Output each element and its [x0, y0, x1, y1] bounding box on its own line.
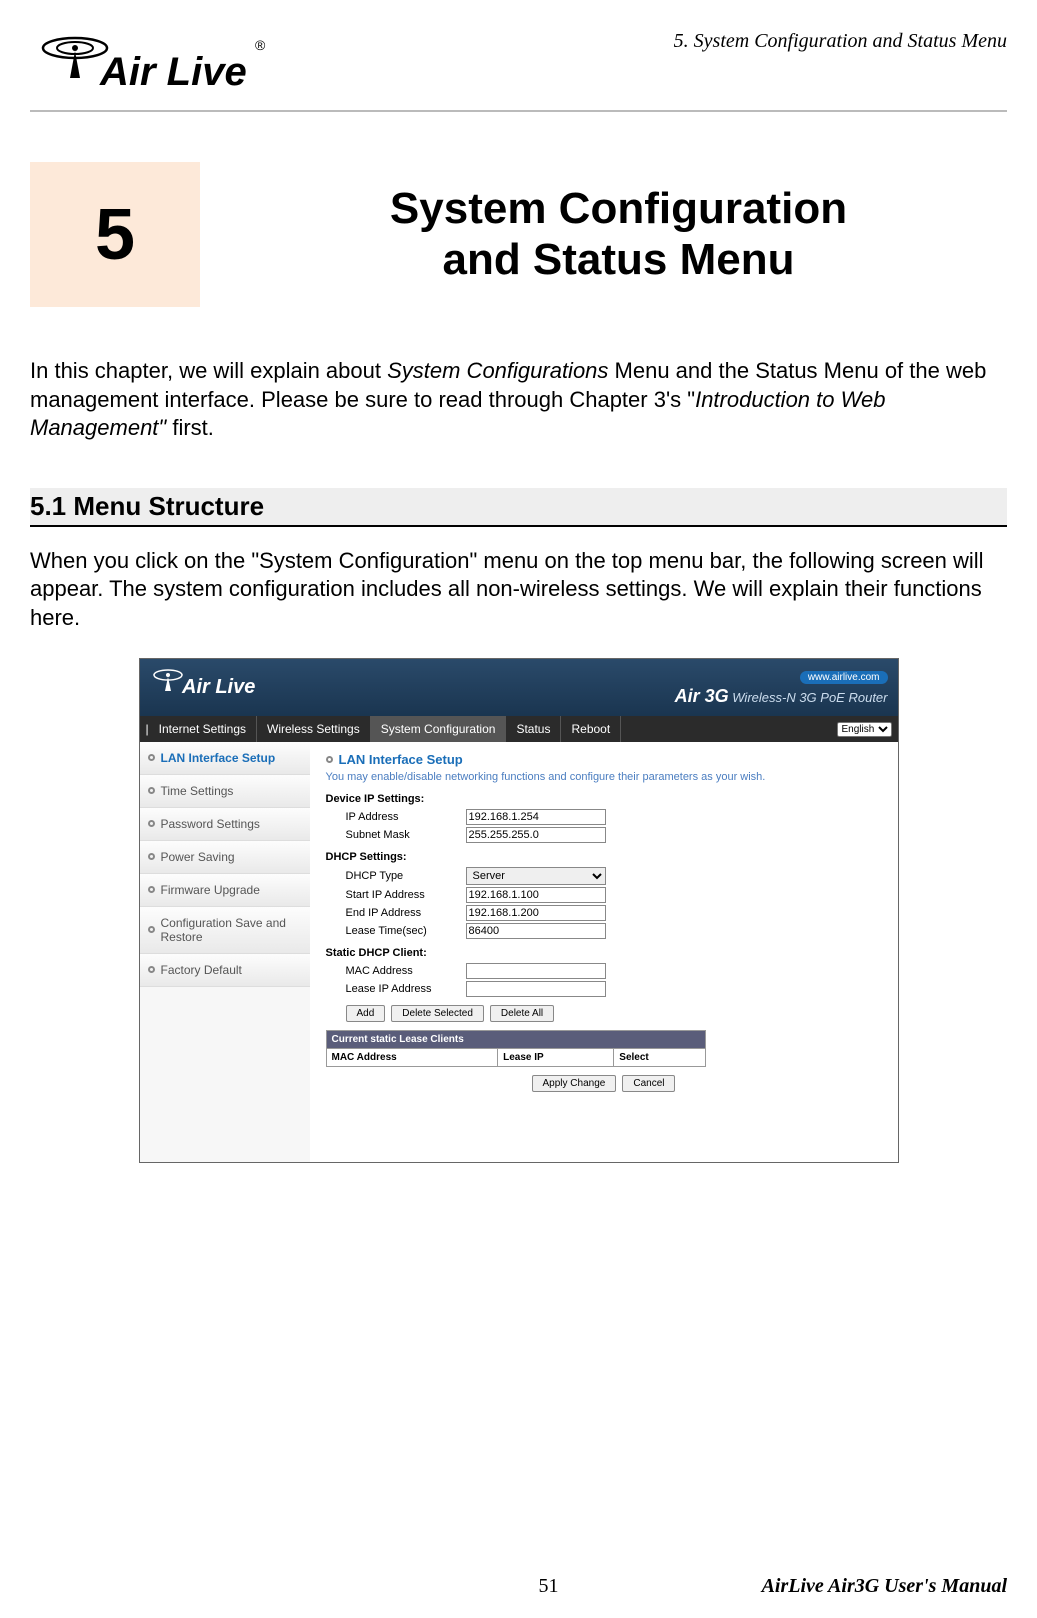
content-desc: You may enable/disable networking functi…	[326, 771, 882, 783]
airlive-logo-icon: Air Live ®	[30, 30, 270, 100]
ss-model-name: Air 3G	[675, 686, 729, 706]
language-select[interactable]: English	[837, 721, 892, 737]
ss-content: LAN Interface Setup You may enable/disab…	[310, 742, 898, 1162]
sidebar-item-firmware[interactable]: Firmware Upgrade	[140, 874, 310, 907]
logo: Air Live ®	[30, 30, 270, 100]
manual-title: AirLive Air3G User's Manual	[762, 1575, 1007, 1598]
bullet-icon	[148, 754, 155, 761]
ip-address-input[interactable]	[466, 809, 606, 825]
page-footer: 51 AirLive Air3G User's Manual	[0, 1575, 1037, 1598]
ss-model-block: www.airlive.com Air 3G Wireless-N 3G PoE…	[675, 668, 888, 707]
ss-header: Air Live www.airlive.com Air 3G Wireless…	[140, 659, 898, 716]
bullet-icon	[148, 966, 155, 973]
nav-status[interactable]: Status	[506, 716, 561, 742]
section-body: When you click on the "System Configurat…	[30, 547, 1007, 633]
lease-label: Lease Time(sec)	[326, 925, 466, 937]
end-ip-label: End IP Address	[326, 907, 466, 919]
ss-model-sub: Wireless-N 3G PoE Router	[732, 690, 887, 705]
chapter-number: 5	[95, 194, 135, 276]
content-title: LAN Interface Setup	[326, 752, 882, 767]
intro-paragraph: In this chapter, we will explain about S…	[30, 357, 1007, 443]
start-ip-label: Start IP Address	[326, 889, 466, 901]
ss-logo: Air Live	[150, 665, 270, 710]
embedded-screenshot: Air Live www.airlive.com Air 3G Wireless…	[139, 658, 899, 1163]
static-dhcp-label: Static DHCP Client:	[326, 947, 882, 959]
start-ip-input[interactable]	[466, 887, 606, 903]
chapter-number-box: 5	[30, 162, 200, 307]
ss-url-badge: www.airlive.com	[800, 671, 888, 684]
table-header-mac: MAC Address	[326, 1048, 498, 1066]
sidebar-item-power[interactable]: Power Saving	[140, 841, 310, 874]
chapter-heading: 5 System Configuration and Status Menu	[30, 162, 1007, 307]
nav-reboot[interactable]: Reboot	[561, 716, 621, 742]
subnet-label: Subnet Mask	[326, 829, 466, 841]
header-divider	[30, 110, 1007, 112]
ip-address-label: IP Address	[326, 811, 466, 823]
lease-ip-label: Lease IP Address	[326, 983, 466, 995]
sidebar-item-lan[interactable]: LAN Interface Setup	[140, 742, 310, 775]
page-header: Air Live ® 5. System Configuration and S…	[30, 30, 1007, 100]
bullet-icon	[326, 756, 333, 763]
device-ip-label: Device IP Settings:	[326, 793, 882, 805]
nav-internet-settings[interactable]: Internet Settings	[149, 716, 257, 742]
ss-sidebar: LAN Interface Setup Time Settings Passwo…	[140, 742, 310, 1162]
cancel-button[interactable]: Cancel	[622, 1075, 675, 1092]
dhcp-type-select[interactable]: Server	[466, 867, 606, 885]
bullet-icon	[148, 926, 155, 933]
mac-input[interactable]	[466, 963, 606, 979]
table-header-select: Select	[614, 1048, 705, 1066]
bullet-icon	[148, 820, 155, 827]
apply-change-button[interactable]: Apply Change	[532, 1075, 617, 1092]
lease-clients-table: Current static Lease Clients MAC Address…	[326, 1030, 706, 1067]
lease-input[interactable]	[466, 923, 606, 939]
bullet-icon	[148, 787, 155, 794]
add-button[interactable]: Add	[346, 1005, 386, 1022]
delete-all-button[interactable]: Delete All	[490, 1005, 554, 1022]
table-caption: Current static Lease Clients	[326, 1030, 705, 1048]
sidebar-item-time[interactable]: Time Settings	[140, 775, 310, 808]
bullet-icon	[148, 886, 155, 893]
svg-text:Air Live: Air Live	[181, 676, 255, 698]
sidebar-item-factory[interactable]: Factory Default	[140, 954, 310, 987]
lease-ip-input[interactable]	[466, 981, 606, 997]
subnet-input[interactable]	[466, 827, 606, 843]
nav-system-configuration[interactable]: System Configuration	[371, 716, 507, 742]
mac-label: MAC Address	[326, 965, 466, 977]
end-ip-input[interactable]	[466, 905, 606, 921]
svg-text:Air Live: Air Live	[99, 50, 247, 94]
sidebar-item-config-save[interactable]: Configuration Save and Restore	[140, 907, 310, 954]
dhcp-type-label: DHCP Type	[326, 870, 466, 882]
ss-navbar: | Internet Settings Wireless Settings Sy…	[140, 716, 898, 742]
chapter-title: System Configuration and Status Menu	[230, 184, 1007, 285]
table-header-lease: Lease IP	[498, 1048, 614, 1066]
svg-text:®: ®	[255, 37, 266, 53]
section-heading: 5.1 Menu Structure	[30, 491, 1007, 522]
sidebar-item-password[interactable]: Password Settings	[140, 808, 310, 841]
bullet-icon	[148, 853, 155, 860]
section-heading-bar: 5.1 Menu Structure	[30, 488, 1007, 527]
delete-selected-button[interactable]: Delete Selected	[391, 1005, 484, 1022]
running-head: 5. System Configuration and Status Menu	[674, 30, 1007, 53]
ss-logo-icon: Air Live	[150, 665, 270, 705]
nav-wireless-settings[interactable]: Wireless Settings	[257, 716, 371, 742]
dhcp-label: DHCP Settings:	[326, 851, 882, 863]
